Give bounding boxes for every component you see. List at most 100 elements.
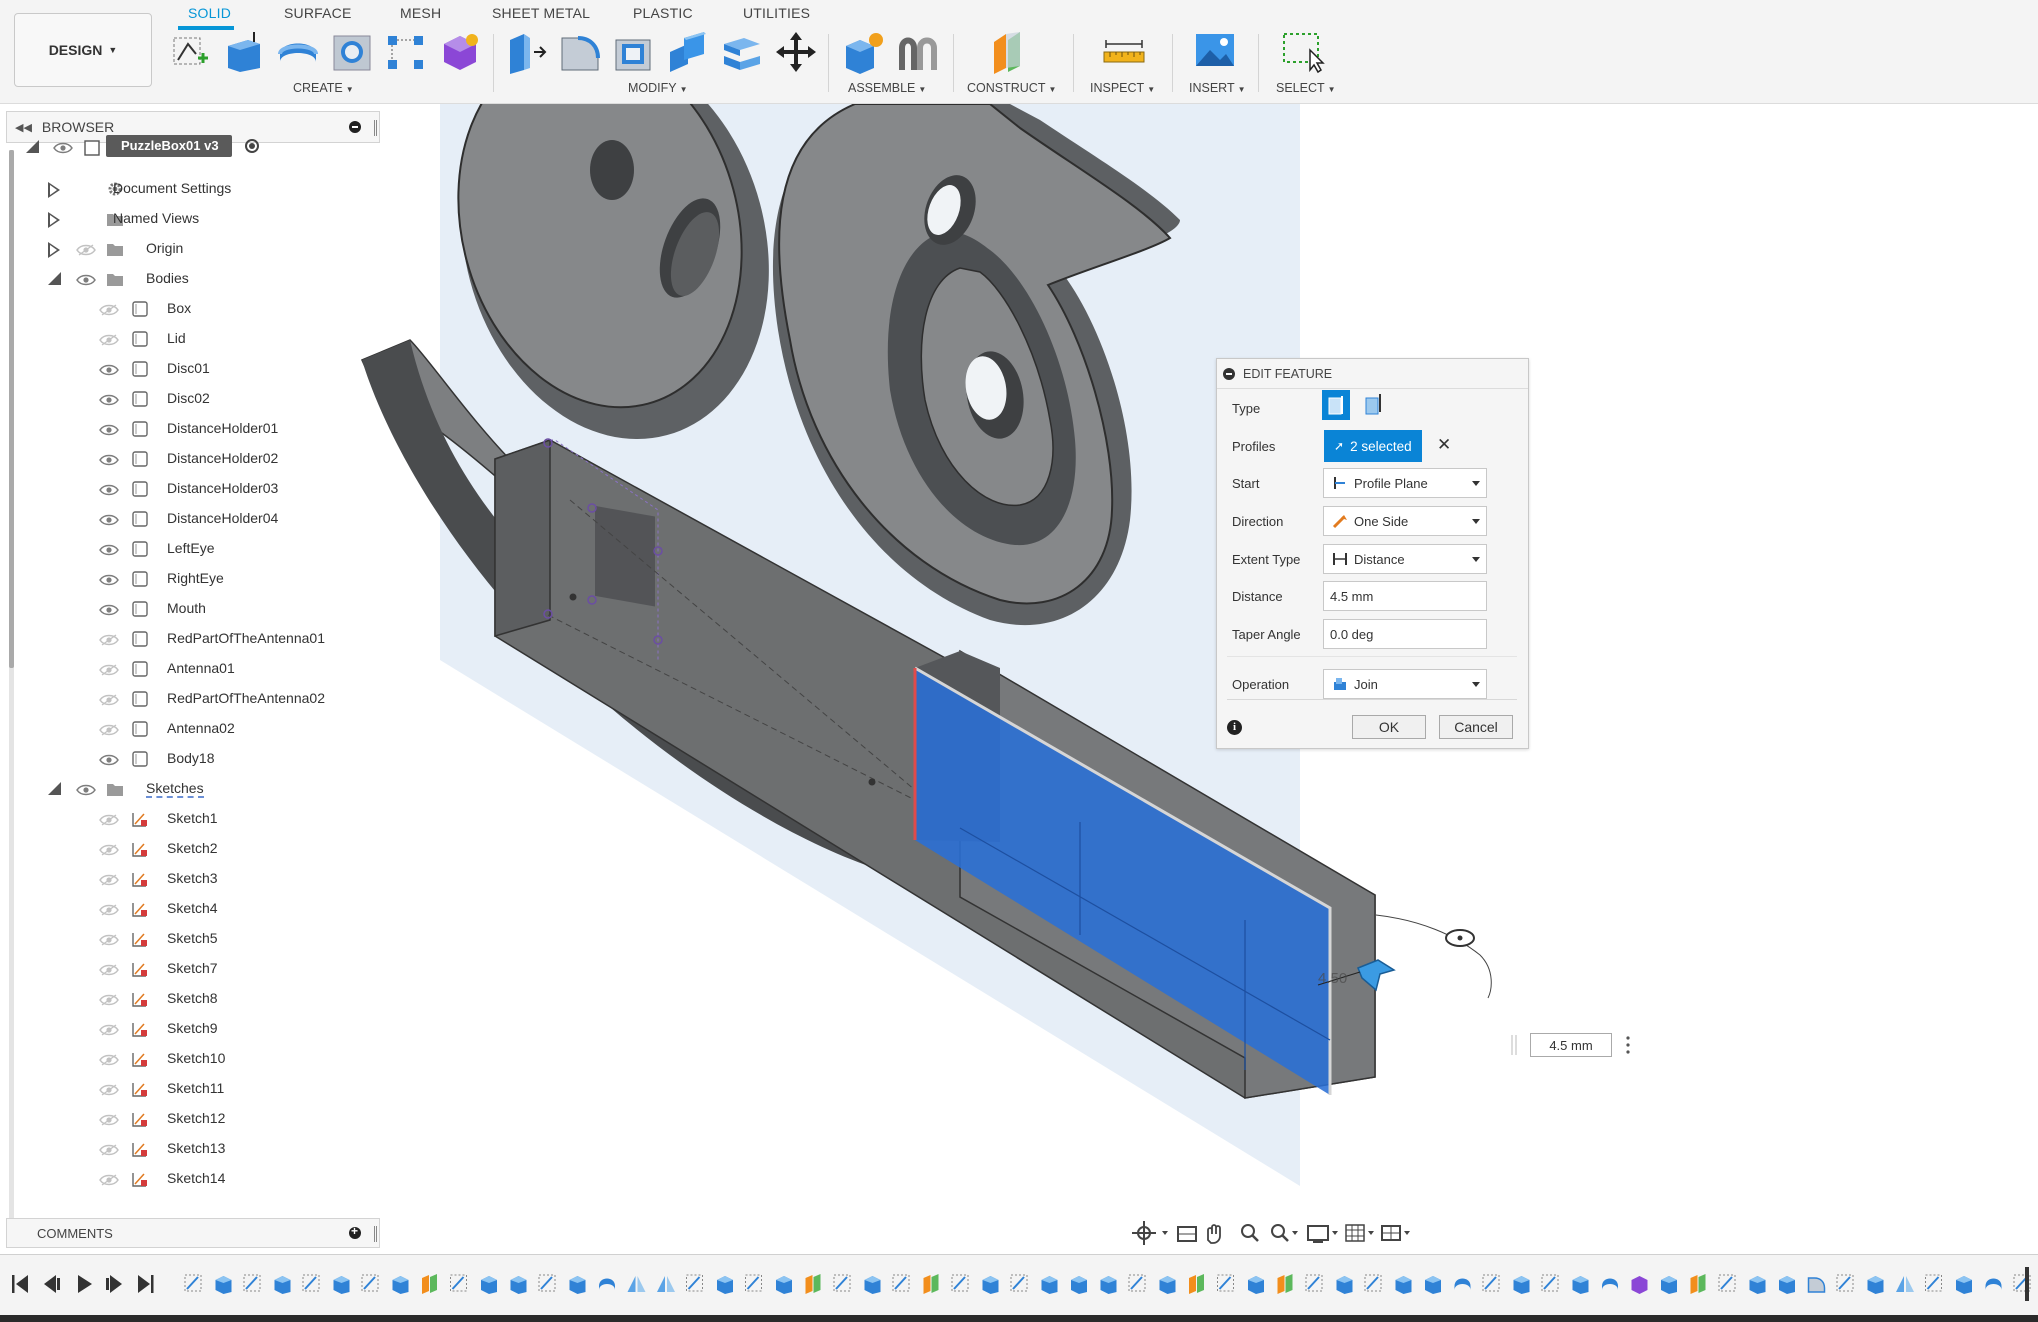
minimize-icon[interactable] [349,121,361,133]
eye-hidden-icon[interactable] [99,874,119,886]
comments-panel[interactable]: COMMENTS [6,1218,380,1248]
select-window-icon[interactable] [1282,30,1326,74]
extrude-icon[interactable] [222,30,266,74]
timeline-extrude-icon[interactable] [1749,1276,1766,1294]
timeline-sketch-icon[interactable] [1836,1274,1854,1292]
tab-surface[interactable]: SURFACE [284,5,352,21]
eye-hidden-icon[interactable] [99,934,119,946]
timeline-fillet-icon[interactable] [1807,1277,1826,1293]
timeline-sketch-icon[interactable] [1541,1274,1559,1292]
timeline-sketch-icon[interactable] [1364,1274,1382,1292]
tab-utilities[interactable]: UTILITIES [743,5,810,21]
group-create[interactable]: CREATE ▼ [293,81,354,95]
timeline-marker[interactable] [2025,1267,2029,1301]
timeline-extrude-icon[interactable] [510,1276,527,1294]
play-icon[interactable] [78,1275,92,1293]
info-icon[interactable]: i [1227,720,1242,735]
eye-hidden-icon[interactable] [99,1144,119,1156]
timeline-extrude-icon[interactable] [1071,1276,1087,1294]
eye-icon[interactable] [99,394,119,406]
zoom-icon[interactable] [1241,1224,1259,1242]
eye-hidden-icon[interactable] [99,1024,119,1036]
eye-icon[interactable] [99,574,119,586]
move-icon[interactable] [774,30,818,74]
clear-selection-icon[interactable]: ✕ [1437,435,1451,455]
last-step-icon[interactable] [138,1275,154,1293]
timeline-mirror-icon[interactable] [657,1276,675,1292]
viewports-icon[interactable] [1381,1225,1410,1241]
eye-hidden-icon[interactable] [99,304,119,316]
timeline-sketch-icon[interactable] [1217,1274,1234,1292]
body-item[interactable] [10,326,370,352]
combine-icon[interactable] [666,30,710,74]
taper-angle-input[interactable] [1323,619,1487,649]
new-component-icon[interactable] [842,30,886,74]
eye-hidden-icon[interactable] [99,1054,119,1066]
eye-icon[interactable] [53,142,73,154]
tab-mesh[interactable]: MESH [400,5,441,21]
timeline-extrude-icon[interactable] [481,1276,497,1294]
eye-hidden-icon[interactable] [99,664,119,676]
timeline-sketch-icon[interactable] [745,1274,762,1292]
shell-icon[interactable] [612,30,656,74]
eye-icon[interactable] [99,754,119,766]
panel-grip-icon[interactable] [374,120,377,136]
direction-select[interactable]: One Side [1323,506,1487,536]
timeline-plane-icon[interactable] [1690,1274,1706,1294]
timeline-sketch-icon[interactable] [686,1274,703,1292]
eye-hidden-icon[interactable] [99,994,119,1006]
timeline-sketch-icon[interactable] [1718,1274,1736,1292]
insert-image-icon[interactable] [1194,30,1238,74]
type-one-side-icon[interactable] [1322,390,1350,420]
eye-hidden-icon[interactable] [99,1084,119,1096]
timeline-sketch-icon[interactable] [538,1274,556,1292]
timeline-revolve-icon[interactable] [1454,1278,1471,1291]
press-pull-icon[interactable] [504,30,548,74]
tree-folder[interactable] [10,266,370,292]
group-select[interactable]: SELECT ▼ [1276,81,1336,95]
first-step-icon[interactable] [12,1275,28,1293]
timeline-extrude-icon[interactable] [982,1276,999,1294]
eye-hidden-icon[interactable] [99,814,119,826]
extent-type-select[interactable]: Distance [1323,544,1487,574]
timeline-extrude-icon[interactable] [1395,1276,1412,1294]
timeline-plane-icon[interactable] [422,1274,437,1294]
timeline-extrude-icon[interactable] [1041,1276,1058,1294]
orbit-icon[interactable] [1132,1221,1168,1245]
timeline-sketch-icon[interactable] [1482,1274,1500,1292]
tab-plastic[interactable]: PLASTIC [633,5,693,21]
eye-icon[interactable] [99,604,119,616]
eye-hidden-icon[interactable] [99,724,119,736]
timeline-mirror-icon[interactable] [627,1276,646,1292]
timeline-mirror-icon[interactable] [1896,1276,1914,1292]
timeline-extrude-icon[interactable] [1779,1276,1795,1294]
timeline-sketch-icon[interactable] [951,1274,969,1292]
timeline-extrude-icon[interactable] [569,1276,586,1294]
timeline-sketch-icon[interactable] [833,1274,851,1292]
timeline-features[interactable] [180,1267,2038,1301]
timeline-sketch-icon[interactable] [302,1274,320,1292]
distance-dimension-input[interactable] [1530,1033,1612,1057]
eye-icon[interactable] [99,424,119,436]
eye-icon[interactable] [99,364,119,376]
look-at-icon[interactable] [1177,1226,1197,1242]
collapsed-arrow-icon[interactable] [48,182,60,198]
fit-icon[interactable] [1271,1224,1298,1242]
timeline-plane-icon[interactable] [923,1274,939,1294]
timeline-extrude-icon[interactable] [1336,1276,1353,1294]
timeline-sketch-icon[interactable] [1925,1274,1942,1292]
eye-icon[interactable] [99,544,119,556]
timeline-revolve-icon[interactable] [1985,1278,2002,1291]
start-select[interactable]: Profile Plane [1323,468,1487,498]
offset-plane-icon[interactable] [988,30,1032,74]
pattern-icon[interactable] [384,30,428,74]
timeline-sketch-icon[interactable] [184,1274,202,1292]
display-settings-icon[interactable] [1307,1225,1338,1243]
timeline-plane-icon[interactable] [1189,1274,1204,1294]
group-construct[interactable]: CONSTRUCT ▼ [967,81,1056,95]
collapsed-arrow-icon[interactable] [48,212,60,228]
workspace-switcher[interactable]: DESIGN ▼ [14,13,152,87]
expanded-arrow-icon[interactable] [48,272,61,285]
timeline-extrude-icon[interactable] [1661,1276,1677,1294]
eye-hidden-icon[interactable] [99,964,119,976]
